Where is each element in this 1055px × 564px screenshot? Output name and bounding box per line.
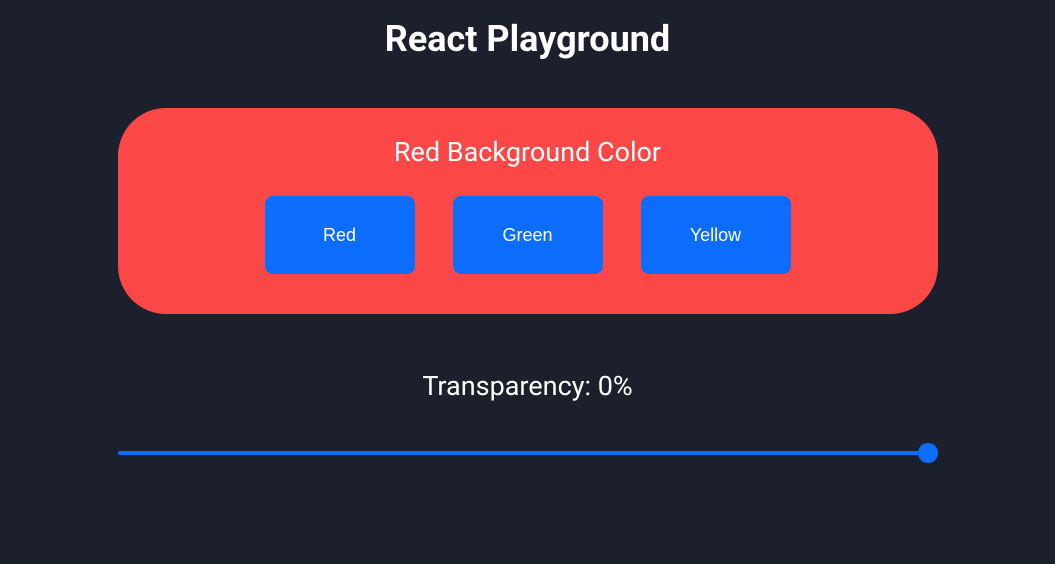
transparency-value: 0: [598, 370, 613, 402]
page-title: React Playground: [118, 18, 938, 60]
yellow-button[interactable]: Yellow: [641, 196, 791, 274]
transparency-slider[interactable]: [118, 451, 938, 455]
transparency-section: Transparency: 0%: [118, 370, 938, 459]
transparency-label-prefix: Transparency:: [422, 370, 597, 402]
color-panel: Red Background Color Red Green Yellow: [118, 108, 938, 314]
slider-wrap: [118, 440, 938, 459]
transparency-suffix: %: [613, 370, 633, 402]
transparency-label: Transparency: 0%: [118, 370, 938, 402]
red-button[interactable]: Red: [265, 196, 415, 274]
green-button[interactable]: Green: [453, 196, 603, 274]
color-button-row: Red Green Yellow: [158, 196, 898, 274]
panel-heading: Red Background Color: [158, 136, 898, 168]
